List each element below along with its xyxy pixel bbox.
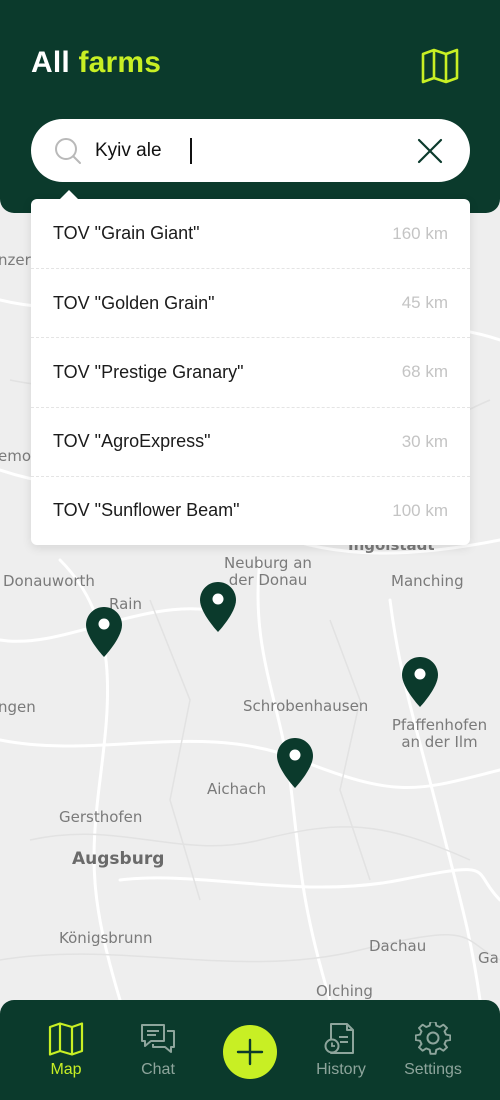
map-label: Königsbrunn: [59, 929, 153, 947]
search-input[interactable]: [95, 135, 395, 167]
result-distance: 160 km: [392, 223, 448, 243]
plus-icon: [236, 1038, 264, 1066]
history-icon: [324, 1023, 354, 1054]
search-result-item[interactable]: TOV "Golden Grain" 45 km: [31, 268, 470, 337]
map-label: Donauworth: [3, 572, 95, 590]
map-pin-icon[interactable]: [401, 656, 439, 708]
map-label-line: Pfaffenhofen: [391, 716, 488, 734]
search-result-item[interactable]: TOV "Prestige Granary" 68 km: [31, 337, 470, 406]
map-label: Schrobenhausen: [243, 697, 369, 715]
map-label: Pfaffenhofen an der Ilm: [387, 717, 492, 751]
nav-label: History: [316, 1061, 366, 1078]
result-distance: 68 km: [401, 362, 448, 382]
search-bar: [31, 119, 470, 182]
nav-item-settings[interactable]: Settings: [388, 1022, 478, 1079]
page-title: All farms: [31, 46, 161, 80]
nav-item-history[interactable]: History: [296, 1022, 386, 1079]
chat-icon: [141, 1024, 175, 1053]
header: All farms: [0, 0, 500, 213]
map-label: nzer: [0, 251, 31, 269]
close-icon[interactable]: [414, 135, 446, 167]
map-label: Ga: [478, 949, 499, 967]
result-distance: 30 km: [401, 431, 448, 451]
map-label: Manching: [391, 572, 464, 590]
gear-icon: [415, 1022, 451, 1055]
result-name: TOV "Prestige Granary": [53, 361, 244, 382]
map-label-line: an der Ilm: [401, 733, 478, 751]
nav-label: Settings: [404, 1061, 462, 1078]
result-distance: 45 km: [401, 293, 448, 313]
result-name: TOV "Golden Grain": [53, 292, 215, 313]
map-label-line: Neuburg an: [224, 554, 312, 572]
search-result-item[interactable]: TOV "Grain Giant" 160 km: [31, 199, 470, 268]
map-pin-icon[interactable]: [276, 737, 314, 789]
map-label: Dachau: [369, 937, 427, 955]
nav-item-map[interactable]: Map: [21, 1022, 111, 1079]
map-pin-icon[interactable]: [85, 606, 123, 658]
result-distance: 100 km: [392, 500, 448, 520]
add-button[interactable]: [223, 1025, 277, 1079]
map-icon: [48, 1022, 84, 1056]
map-label-line: der Donau: [228, 571, 308, 589]
map-label: Augsburg: [72, 849, 165, 869]
search-results-dropdown: TOV "Grain Giant" 160 km TOV "Golden Gra…: [31, 190, 470, 545]
map-label: ngen: [0, 698, 36, 716]
text-caret: [190, 138, 192, 164]
map-label: Gersthofen: [59, 808, 143, 826]
nav-item-chat[interactable]: Chat: [113, 1022, 203, 1079]
map-label: emo: [0, 447, 32, 465]
result-name: TOV "Grain Giant": [53, 223, 200, 244]
search-result-item[interactable]: TOV "AgroExpress" 30 km: [31, 406, 470, 476]
map-label: Aichach: [207, 780, 267, 798]
map-label: Olching: [316, 982, 373, 1000]
nav-label: Map: [50, 1061, 82, 1078]
page-title-accent: farms: [78, 46, 162, 79]
nav-label: Chat: [141, 1061, 175, 1078]
result-name: TOV "Sunflower Beam": [53, 500, 240, 521]
map-icon[interactable]: [420, 48, 460, 84]
search-icon: [55, 138, 81, 164]
result-name: TOV "AgroExpress": [53, 431, 211, 452]
bottom-nav: Map Chat History Settings: [0, 1000, 500, 1100]
map-pin-icon[interactable]: [199, 581, 237, 633]
page-title-prefix: All: [31, 46, 70, 79]
search-result-item[interactable]: TOV "Sunflower Beam" 100 km: [31, 475, 470, 545]
